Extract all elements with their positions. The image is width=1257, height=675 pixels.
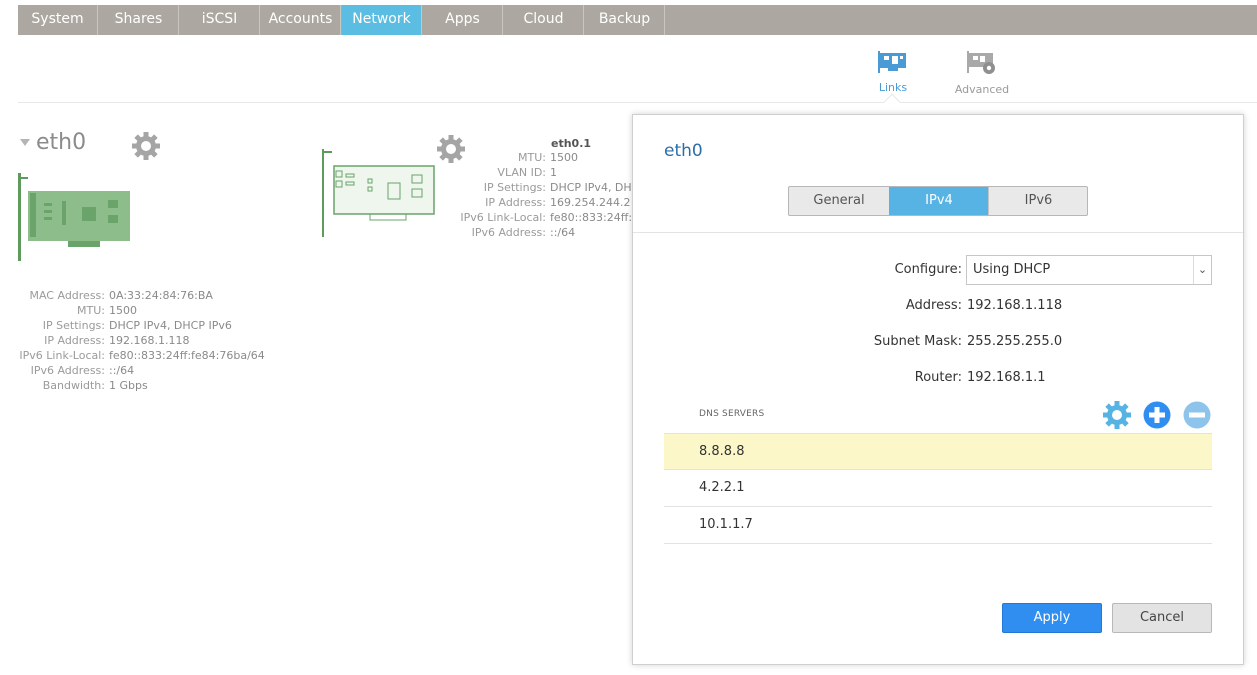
detail-row: IPv6 Address:::/64 [30, 364, 135, 377]
address-label: Address: [905, 298, 962, 313]
detail-row: IPv6 Link-Local: fe80::833:24ff: [460, 211, 633, 224]
network-card-icon [878, 51, 906, 73]
subnav-advanced[interactable]: Advanced [947, 50, 1017, 96]
tab-network[interactable]: Network [342, 5, 422, 35]
address-value: 192.168.1.118 [967, 298, 1063, 313]
list-item[interactable]: 4.2.2.1 [664, 470, 1212, 507]
tab-accounts[interactable]: Accounts [261, 5, 341, 35]
detail-row: VLAN ID: 1 [497, 166, 557, 179]
collapse-toggle-icon[interactable] [20, 139, 30, 146]
dialog-title: eth0 [664, 141, 703, 161]
detail-row: IP Address: 192.168.1.118 [44, 334, 190, 347]
dns-settings-gear-icon[interactable] [1102, 400, 1132, 430]
ipv4-settings-dialog: eth0 General IPv4 IPv6 Configure: Using … [632, 114, 1244, 665]
protocol-tabs: General IPv4 IPv6 [788, 186, 1088, 216]
dns-servers-header: DNS SERVERS [699, 409, 765, 419]
subnet-mask-value: 255.255.255.0 [967, 334, 1063, 349]
cancel-button[interactable]: Cancel [1112, 603, 1212, 633]
subnav-active-pointer [883, 93, 901, 111]
links-label: Links [878, 81, 908, 94]
tab-ipv6[interactable]: IPv6 [988, 187, 1087, 215]
advanced-label: Advanced [954, 83, 1010, 96]
eth0-details: MAC Address: 0A:33:24:84:76:BA MTU: 1500 I… [18, 288, 265, 393]
tab-system[interactable]: System [18, 5, 98, 35]
configure-label: Configure: [894, 262, 962, 277]
subnav-links[interactable]: Links [858, 50, 928, 94]
tab-shares[interactable]: Shares [99, 5, 179, 35]
detail-row: IP Settings: DHCP IPv4, DHC [483, 181, 640, 194]
list-item[interactable]: 8.8.8.8 [664, 433, 1212, 470]
subnav-divider [18, 102, 1257, 103]
chevron-down-icon: ⌄ [1193, 256, 1211, 284]
eth0-title: eth0 [36, 130, 87, 155]
top-nav: System Shares iSCSI Accounts Network App… [18, 5, 1257, 35]
eth01-details: MTU: 1500 VLAN ID: 1 IP Settings: DHCP IPv4… [440, 150, 639, 240]
detail-row: Bandwidth: 1 Gbps [42, 379, 148, 392]
network-card-gear-icon [967, 51, 995, 74]
detail-row: IP Settings: DHCP IPv4, DHCP IPv6 [42, 319, 232, 332]
detail-row: IP Address: 169.254.244.2 [485, 196, 631, 209]
gear-icon[interactable] [131, 131, 161, 161]
router-value: 192.168.1.1 [967, 370, 1046, 385]
subnet-mask-label: Subnet Mask: [873, 334, 962, 349]
dialog-divider [633, 232, 1243, 233]
detail-row: IPv6 Address:::/64 [471, 226, 576, 239]
tab-iscsi[interactable]: iSCSI [180, 5, 260, 35]
detail-row: MTU: 1500 [518, 151, 578, 164]
tab-cloud[interactable]: Cloud [504, 5, 584, 35]
configure-value: Using DHCP [973, 262, 1051, 277]
tab-general[interactable]: General [789, 187, 889, 215]
configure-select[interactable]: Using DHCP ⌄ [966, 255, 1212, 285]
add-dns-plus-icon[interactable] [1143, 401, 1171, 429]
eth01-title: eth0.1 [551, 137, 592, 150]
tab-ipv4[interactable]: IPv4 [889, 187, 989, 215]
apply-button[interactable]: Apply [1002, 603, 1102, 633]
detail-row: IPv6 Link-Local: fe80::833:24ff:fe84:76ba… [19, 349, 265, 362]
remove-dns-minus-icon[interactable] [1183, 401, 1211, 429]
network-card-image [322, 149, 435, 237]
dns-servers-list: 8.8.8.8 4.2.2.1 10.1.1.7 [664, 433, 1212, 544]
detail-row: MAC Address: 0A:33:24:84:76:BA [29, 289, 213, 302]
detail-row: MTU: 1500 [77, 304, 137, 317]
network-card-image [18, 173, 130, 261]
router-label: Router: [914, 370, 962, 385]
list-item[interactable]: 10.1.1.7 [664, 507, 1212, 544]
tab-backup[interactable]: Backup [585, 5, 665, 35]
tab-apps[interactable]: Apps [423, 5, 503, 35]
